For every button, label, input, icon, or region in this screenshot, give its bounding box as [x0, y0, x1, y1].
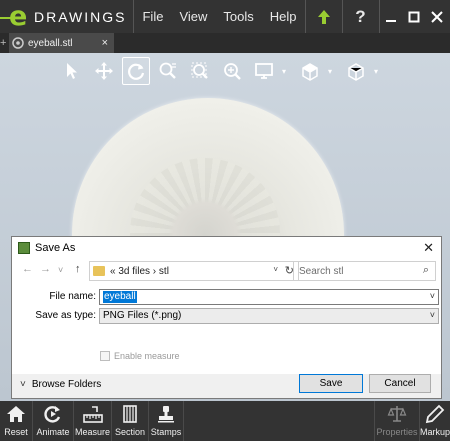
view-toolbar: ▾ ▾ ▾ — [58, 57, 388, 85]
address-dropdown-icon[interactable]: ˅ — [273, 265, 278, 274]
save-button[interactable]: Save — [299, 374, 363, 393]
stamp-icon — [158, 406, 174, 423]
zoom-in-out-icon[interactable] — [218, 57, 246, 85]
measure-label: Measure — [74, 427, 110, 437]
edrawings-logo-icon: e — [0, 1, 30, 32]
file-name-dropdown-icon[interactable]: ˅ — [430, 291, 435, 301]
zoom-to-fit-icon[interactable] — [154, 57, 182, 85]
upload-icon[interactable] — [306, 0, 342, 33]
properties-label: Properties — [376, 427, 418, 437]
stamps-label: Stamps — [150, 427, 182, 437]
browse-folders-toggle[interactable]: ˅ Browse Folders — [20, 379, 101, 390]
cancel-button[interactable]: Cancel — [369, 374, 431, 393]
search-icon: ⌕ — [422, 264, 429, 276]
measure-button[interactable]: Measure — [74, 401, 111, 441]
app-logo: e DRAWINGS — [0, 0, 126, 33]
search-placeholder: Search stl — [299, 266, 344, 277]
search-input[interactable]: Search stl ⌕ — [293, 261, 436, 281]
document-tab-row: + eyeball.stl × — [0, 33, 450, 53]
section-icon — [123, 405, 137, 423]
save-as-dialog: Save As ✕ ← → ˅ ↑ « 3d files › stl ˅ ↻ S… — [11, 236, 442, 399]
properties-button[interactable]: Properties — [375, 401, 419, 441]
address-bar[interactable]: « 3d files › stl ˅ ↻ — [89, 261, 299, 281]
recent-dropdown-icon[interactable]: ˅ — [58, 265, 63, 275]
house-icon — [7, 406, 25, 422]
menu-file[interactable]: File — [134, 0, 171, 33]
dialog-close-icon[interactable]: ✕ — [423, 240, 434, 256]
reset-button[interactable]: Reset — [0, 401, 32, 441]
folder-icon — [93, 266, 105, 276]
save-as-type-select[interactable]: PNG Files (*.png) ˅ — [99, 308, 439, 324]
measure-icon — [82, 406, 103, 423]
forward-arrow-icon[interactable]: → — [40, 263, 51, 275]
standard-views-icon[interactable] — [342, 57, 370, 85]
markup-button[interactable]: Markup — [420, 401, 450, 441]
up-arrow-icon[interactable]: ↑ — [75, 263, 81, 275]
animate-button[interactable]: Animate — [33, 401, 73, 441]
maximize-button[interactable] — [403, 0, 426, 33]
section-button[interactable]: Section — [112, 401, 148, 441]
bottom-toolbar: Reset Animate Measure Section Stamps Pro… — [0, 401, 450, 441]
views-dropdown-icon[interactable]: ▾ — [328, 67, 336, 76]
help-icon[interactable]: ? — [343, 0, 379, 33]
add-tab-icon[interactable]: + — [0, 33, 9, 53]
display-dropdown-icon[interactable]: ▾ — [282, 67, 290, 76]
menu-tools[interactable]: Tools — [215, 0, 261, 33]
dialog-app-icon — [18, 242, 30, 254]
minimize-button[interactable] — [380, 0, 403, 33]
file-name-label: File name: — [49, 291, 96, 302]
app-logo-text: DRAWINGS — [34, 8, 127, 25]
file-name-value: eyeball — [103, 291, 137, 303]
back-arrow-icon[interactable]: ← — [22, 263, 33, 275]
markup-label: Markup — [420, 427, 450, 437]
dialog-footer: ˅ Browse Folders Save Cancel — [12, 374, 441, 398]
title-bar: e DRAWINGS File View Tools Help ? — [0, 0, 450, 33]
enable-measure-option: Enable measure — [100, 351, 180, 361]
chevron-down-icon: ˅ — [20, 379, 26, 390]
document-icon — [12, 37, 24, 49]
dialog-title-bar: Save As ✕ — [12, 237, 441, 259]
browse-folders-label: Browse Folders — [31, 379, 102, 390]
main-menu: File View Tools Help — [134, 0, 304, 33]
scale-icon — [387, 406, 407, 422]
tab-close-icon[interactable]: × — [102, 36, 108, 50]
section-label: Section — [114, 427, 146, 437]
stamps-button[interactable]: Stamps — [149, 401, 183, 441]
enable-measure-label: Enable measure — [114, 351, 180, 361]
pan-tool-icon[interactable] — [90, 57, 118, 85]
menu-view[interactable]: View — [171, 0, 215, 33]
standard-views-dropdown-icon[interactable]: ▾ — [374, 67, 382, 76]
address-path: « 3d files › stl — [110, 265, 169, 277]
save-as-type-label: Save as type: — [35, 310, 96, 321]
save-as-type-dropdown-icon[interactable]: ˅ — [430, 310, 435, 320]
display-style-icon[interactable] — [250, 57, 278, 85]
tab-eyeball[interactable]: eyeball.stl × — [9, 33, 114, 53]
pencil-icon — [425, 404, 445, 424]
reset-label: Reset — [4, 427, 28, 437]
animate-icon — [44, 406, 61, 423]
dialog-title: Save As — [35, 242, 76, 254]
select-tool-icon[interactable] — [58, 57, 86, 85]
save-as-type-value: PNG Files (*.png) — [103, 310, 182, 321]
zoom-to-area-icon[interactable] — [186, 57, 214, 85]
tab-label: eyeball.stl — [28, 37, 73, 49]
dialog-nav-row: ← → ˅ ↑ « 3d files › stl ˅ ↻ Search stl … — [12, 261, 441, 281]
animate-label: Animate — [36, 427, 70, 437]
views-icon[interactable] — [296, 57, 324, 85]
file-name-field[interactable]: eyeball ˅ — [99, 289, 439, 305]
menu-help[interactable]: Help — [262, 0, 305, 33]
enable-measure-checkbox — [100, 351, 110, 361]
close-button[interactable] — [426, 0, 449, 33]
rotate-tool-icon[interactable] — [122, 57, 150, 85]
